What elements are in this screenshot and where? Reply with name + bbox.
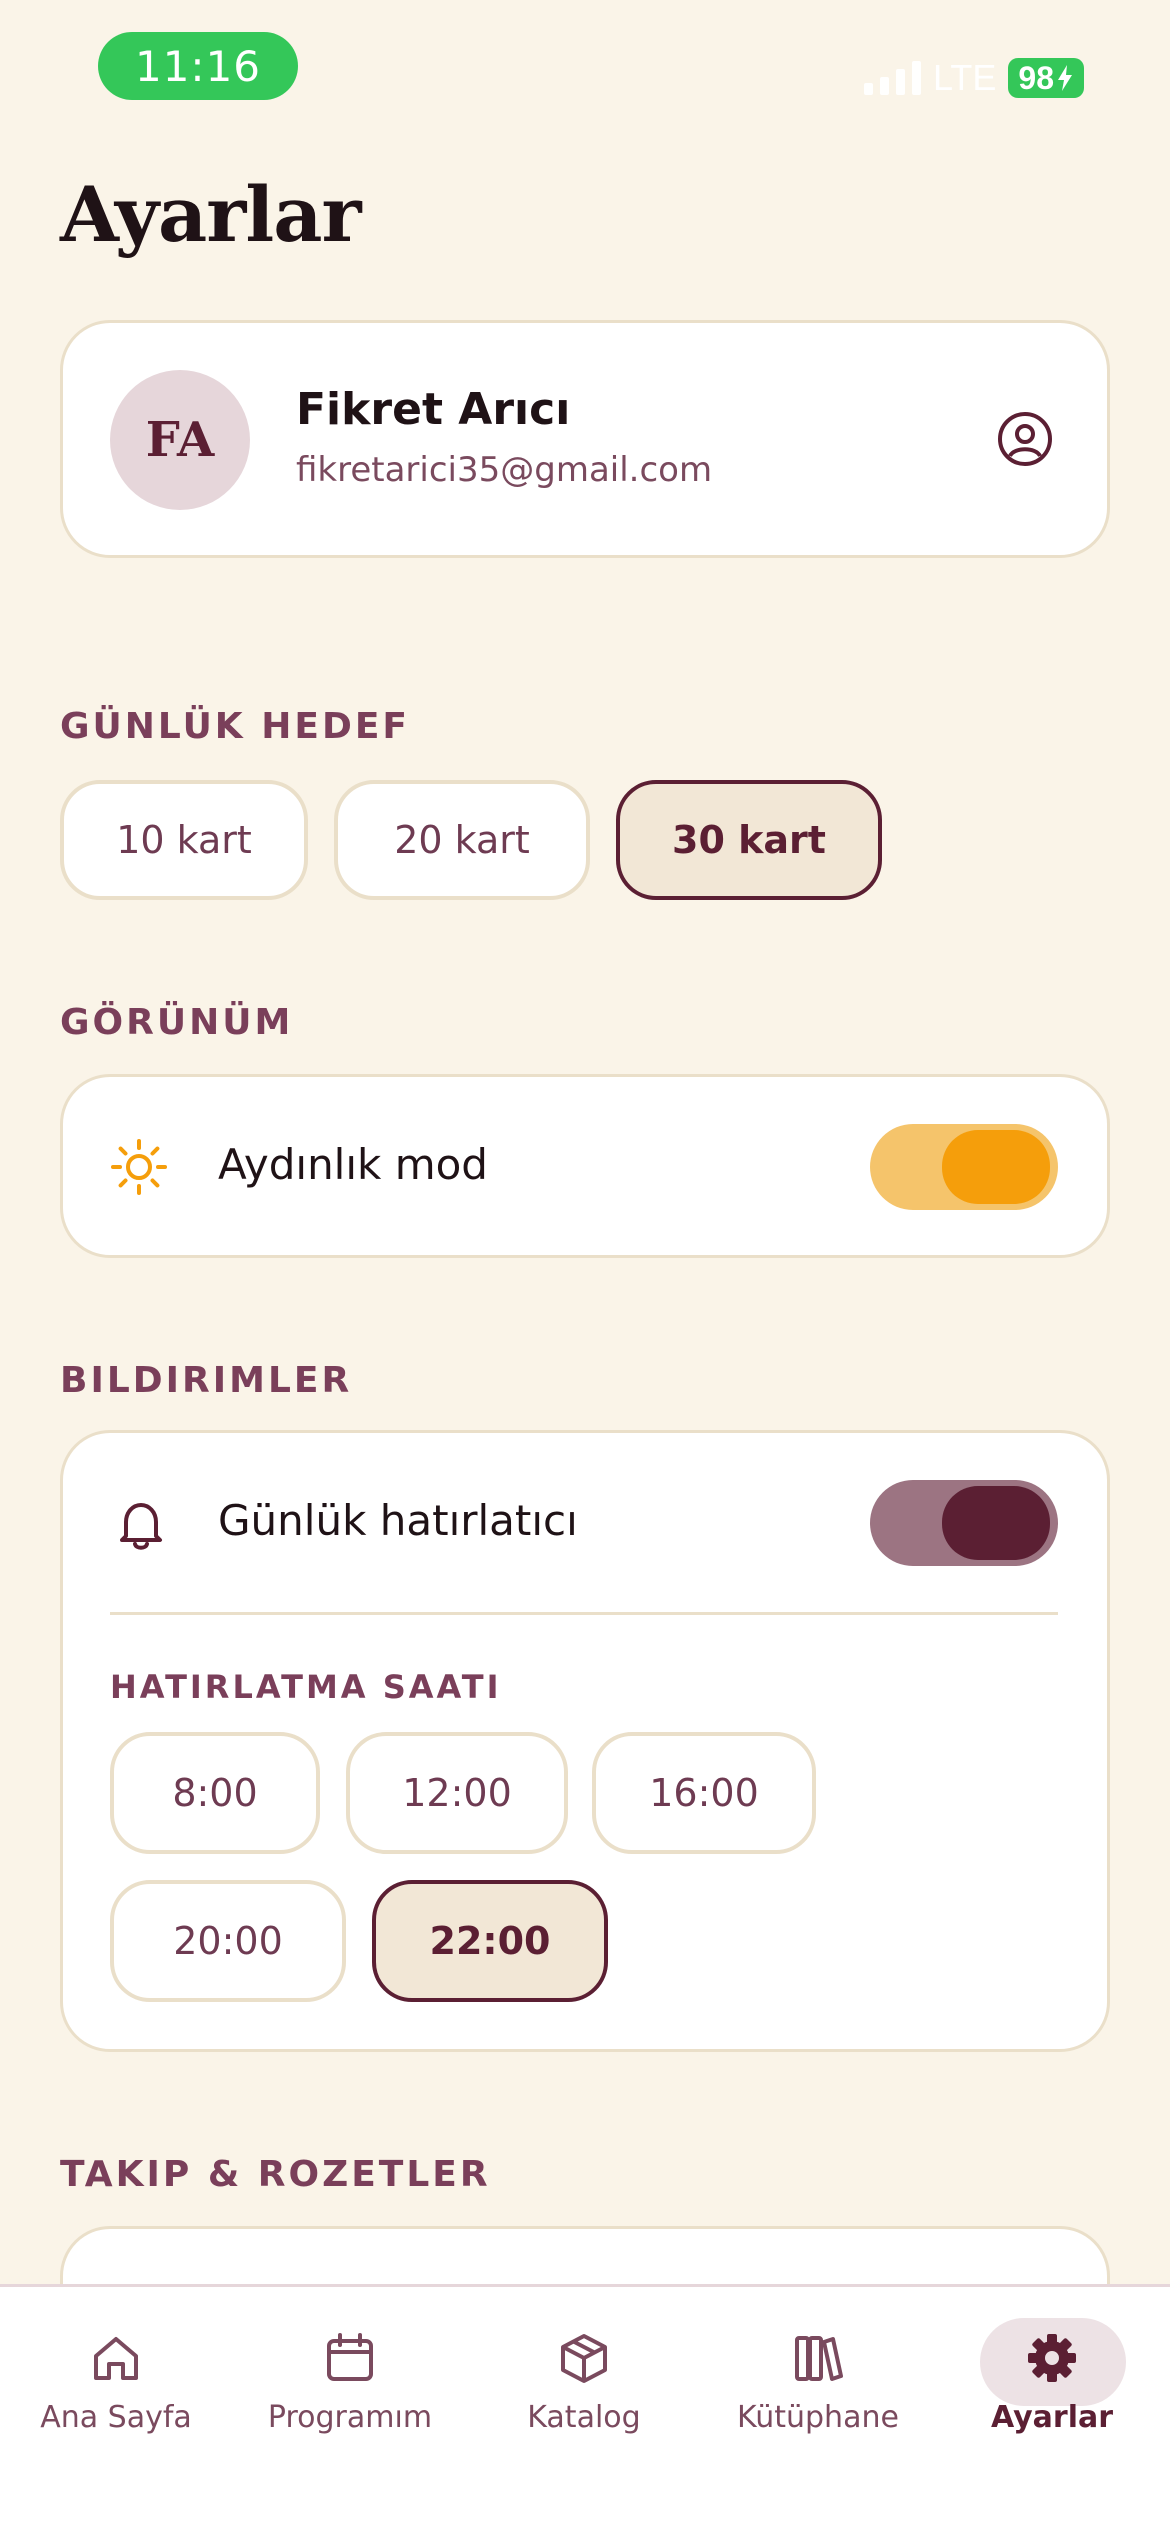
notifications-label: BILDIRIMLER <box>60 1360 353 1401</box>
daily-goal-label: GÜNLÜK HEDEF <box>60 706 411 747</box>
goal-option-10[interactable]: 10 kart <box>60 780 308 900</box>
status-indicators: LTE 98 <box>864 54 1084 102</box>
box-icon <box>561 2334 607 2383</box>
daily-reminder-label: Günlük hatırlatıcı <box>218 1496 578 1545</box>
signal-icon <box>864 61 922 95</box>
sun-icon <box>111 1139 167 1195</box>
time-option-22[interactable]: 22:00 <box>372 1880 608 2002</box>
goal-option-20[interactable]: 20 kart <box>334 780 590 900</box>
books-icon <box>795 2336 843 2381</box>
status-time: 11:16 <box>98 32 298 100</box>
toggle-knob <box>942 1486 1050 1560</box>
reminder-time-label: HATIRLATMA SAATI <box>110 1668 502 1706</box>
tab-label: Katalog <box>527 2400 641 2435</box>
tab-library[interactable]: Kütüphane <box>718 2300 918 2470</box>
calendar-icon <box>327 2333 373 2381</box>
profile-email: fikretarici35@gmail.com <box>296 450 713 490</box>
divider <box>110 1612 1058 1615</box>
time-option-8[interactable]: 8:00 <box>110 1732 320 1854</box>
tab-label: Ana Sayfa <box>40 2400 192 2435</box>
tab-label: Ayarlar <box>990 2400 1114 2435</box>
tab-program[interactable]: Programım <box>250 2300 450 2470</box>
bell-icon <box>120 1503 162 1550</box>
goal-option-30[interactable]: 30 kart <box>616 780 882 900</box>
light-mode-toggle[interactable] <box>870 1124 1058 1210</box>
appearance-label: GÖRÜNÜM <box>60 1002 294 1043</box>
battery-icon: 98 <box>1008 58 1084 98</box>
daily-reminder-toggle[interactable] <box>870 1480 1058 1566</box>
tab-catalog[interactable]: Katalog <box>484 2300 684 2470</box>
time-option-20[interactable]: 20:00 <box>110 1880 346 2002</box>
page-title: Ayarlar <box>60 170 361 259</box>
battery-level: 98 <box>1018 59 1054 96</box>
home-icon <box>94 2337 138 2380</box>
tab-home[interactable]: Ana Sayfa <box>16 2300 216 2470</box>
network-label: LTE <box>933 57 997 98</box>
tab-settings[interactable]: Ayarlar <box>952 2300 1152 2470</box>
user-circle-icon[interactable] <box>996 410 1054 468</box>
tab-label: Kütüphane <box>737 2400 899 2435</box>
avatar: FA <box>110 370 250 510</box>
time-option-16[interactable]: 16:00 <box>592 1732 816 1854</box>
profile-name: Fikret Arıcı <box>296 384 571 435</box>
tab-label: Programım <box>267 2400 433 2435</box>
gear-icon <box>1028 2334 1076 2382</box>
time-option-12[interactable]: 12:00 <box>346 1732 568 1854</box>
toggle-knob <box>942 1130 1050 1204</box>
light-mode-label: Aydınlık mod <box>218 1140 488 1189</box>
follow-badges-label: TAKIP & ROZETLER <box>60 2154 491 2195</box>
